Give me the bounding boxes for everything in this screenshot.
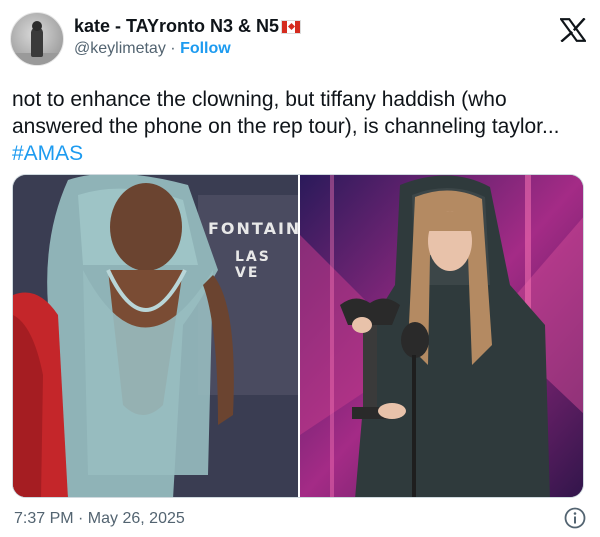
sign-text-line2: LAS VE <box>235 249 271 281</box>
photo-left[interactable]: FONTAIN LAS VE <box>13 175 302 497</box>
info-icon[interactable] <box>564 507 586 529</box>
follow-button[interactable]: Follow <box>180 40 231 57</box>
tweet-body: not to enhance the clowning, but tiffany… <box>12 88 560 138</box>
author-subline: @keylimetay · Follow <box>74 37 301 61</box>
media-grid: FONTAIN LAS VE <box>12 174 584 498</box>
author-name-text[interactable]: kate - TAYronto N3 & N5 <box>74 16 279 36</box>
photo-right[interactable] <box>300 175 583 497</box>
canada-flag-icon <box>281 20 302 34</box>
author-handle[interactable]: @keylimetay <box>74 40 166 57</box>
tweet-header: kate - TAYronto N3 & N5 @keylimetay · Fo… <box>10 12 590 68</box>
author-display-name[interactable]: kate - TAYronto N3 & N5 <box>74 15 302 37</box>
tweet-text: not to enhance the clowning, but tiffany… <box>12 86 592 167</box>
tweet-footer: 7:37 PM · May 26, 2025 <box>14 507 586 531</box>
photo-right-art <box>300 175 583 497</box>
avatar[interactable] <box>10 12 64 66</box>
x-logo-icon[interactable] <box>560 18 586 42</box>
hashtag-link[interactable]: #AMAS <box>12 142 83 165</box>
sign-text-line1: FONTAIN <box>208 219 302 238</box>
tweet-card: kate - TAYronto N3 & N5 @keylimetay · Fo… <box>0 0 600 537</box>
author-block: kate - TAYronto N3 & N5 @keylimetay · Fo… <box>74 15 302 61</box>
tweet-timestamp[interactable]: 7:37 PM · May 26, 2025 <box>14 510 185 527</box>
separator-dot: · <box>170 40 176 57</box>
